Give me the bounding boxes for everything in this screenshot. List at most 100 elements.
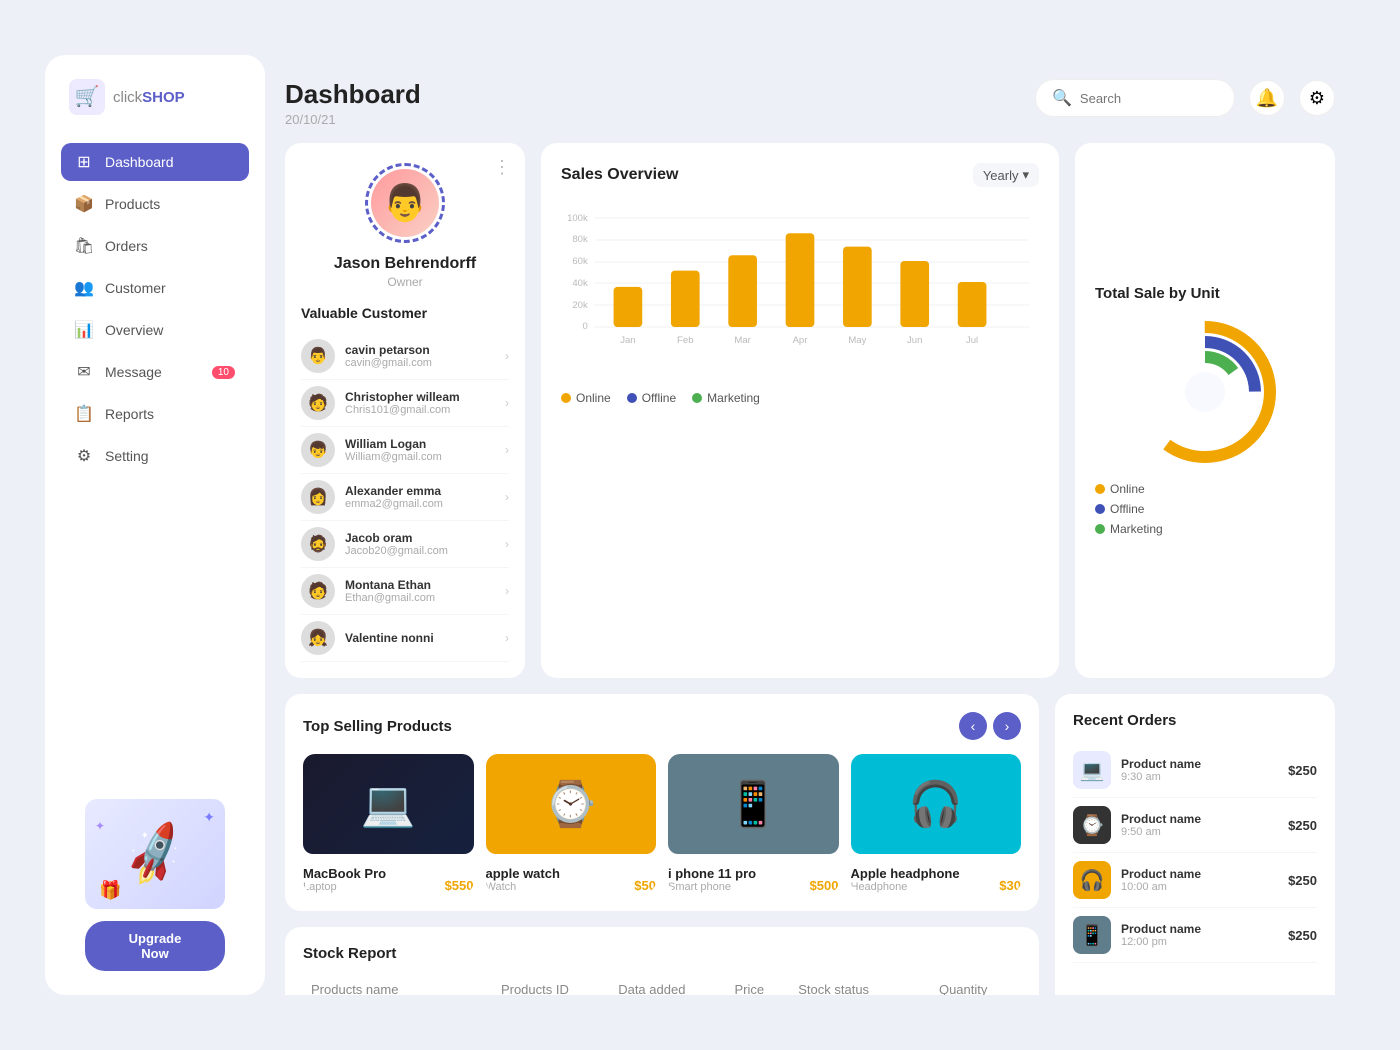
- products-next-button[interactable]: ›: [993, 712, 1021, 740]
- dashboard-icon: ⊞: [75, 153, 93, 171]
- sidebar-item-customer[interactable]: 👥 Customer: [61, 269, 249, 307]
- product-name: MacBook Pro: [303, 866, 386, 881]
- sidebar-item-reports[interactable]: 📋 Reports: [61, 395, 249, 433]
- product-card[interactable]: ⌚ apple watch Watch $50: [486, 754, 657, 893]
- bottom-row: Top Selling Products ‹ › 💻 MacBook Pro L…: [285, 694, 1335, 995]
- customer-list-item[interactable]: 👧 Valentine nonni ›: [301, 615, 509, 662]
- product-image: 🎧: [851, 754, 1022, 854]
- customer-icon: 👥: [75, 279, 93, 297]
- sidebar-item-orders[interactable]: 🛍 Orders: [61, 227, 249, 265]
- legend-dot: [627, 393, 637, 403]
- order-price: $250: [1288, 763, 1317, 778]
- products-grid: 💻 MacBook Pro Laptop $550 ⌚ apple watch …: [303, 754, 1021, 893]
- product-bottom: Apple headphone Headphone $30: [851, 858, 1022, 893]
- legend-online: Online: [1095, 482, 1315, 496]
- products-icon: 📦: [75, 195, 93, 213]
- period-select[interactable]: Yearly ▾: [973, 163, 1039, 187]
- sidebar-item-overview[interactable]: 📊 Overview: [61, 311, 249, 349]
- sales-title: Sales Overview: [561, 166, 678, 184]
- order-item[interactable]: ⌚ Product name 9:50 am $250: [1073, 798, 1317, 853]
- order-price: $250: [1288, 928, 1317, 943]
- order-time: 12:00 pm: [1121, 936, 1278, 948]
- sales-header: Sales Overview Yearly ▾: [561, 163, 1039, 187]
- chevron-right-icon: ›: [505, 349, 509, 363]
- sidebar-item-products[interactable]: 📦 Products: [61, 185, 249, 223]
- customer-list-item[interactable]: 🧑 Montana Ethan Ethan@gmail.com ›: [301, 568, 509, 615]
- legend-label: Offline: [642, 391, 676, 405]
- customer-avatar: 🧑: [301, 386, 335, 420]
- more-options-button[interactable]: ⋮: [493, 157, 511, 178]
- customer-list-item[interactable]: 👨 cavin petarson cavin@gmail.com ›: [301, 333, 509, 380]
- product-card[interactable]: 📱 i phone 11 pro Smart phone $500: [668, 754, 839, 893]
- promo-image: 🚀 🎁 ✦ ✦: [85, 799, 225, 909]
- profile-card: ⋮ 👨 Jason Behrendorff Owner Valuable Cus…: [285, 143, 525, 678]
- products-prev-button[interactable]: ‹: [959, 712, 987, 740]
- order-item[interactable]: 📱 Product name 12:00 pm $250: [1073, 908, 1317, 963]
- product-info: apple watch Watch: [486, 858, 560, 893]
- order-item[interactable]: 💻 Product name 9:30 am $250: [1073, 743, 1317, 798]
- settings-button[interactable]: ⚙: [1299, 80, 1335, 116]
- search-box[interactable]: 🔍: [1035, 79, 1235, 117]
- legend-marketing-label: Marketing: [1110, 522, 1163, 536]
- setting-icon: ⚙: [75, 447, 93, 465]
- order-price: $250: [1288, 818, 1317, 833]
- svg-text:May: May: [848, 335, 866, 346]
- svg-text:0: 0: [582, 321, 587, 332]
- upgrade-button[interactable]: Upgrade Now: [85, 921, 225, 971]
- product-bottom: apple watch Watch $50: [486, 858, 657, 893]
- customers-list: 👨 cavin petarson cavin@gmail.com › 🧑 Chr…: [301, 333, 509, 662]
- svg-text:Apr: Apr: [793, 335, 809, 346]
- svg-text:60k: 60k: [572, 256, 588, 267]
- valuable-customers-title: Valuable Customer: [301, 305, 509, 321]
- stock-report-card: Stock Report Products name Products ID D…: [285, 927, 1039, 995]
- orders-list: 💻 Product name 9:30 am $250 ⌚ Product na…: [1073, 743, 1317, 963]
- customer-list-item[interactable]: 👦 William Logan William@gmail.com ›: [301, 427, 509, 474]
- col-products-id: Products ID: [493, 976, 610, 995]
- sidebar-item-setting[interactable]: ⚙ Setting: [61, 437, 249, 475]
- svg-text:Jun: Jun: [907, 335, 922, 346]
- product-type: Smart phone: [668, 881, 756, 893]
- chevron-right-icon: ›: [505, 584, 509, 598]
- legend-label: Marketing: [707, 391, 760, 405]
- page-date: 20/10/21: [285, 112, 421, 127]
- product-card[interactable]: 🎧 Apple headphone Headphone $30: [851, 754, 1022, 893]
- sidebar-item-message[interactable]: ✉ Message 10: [61, 353, 249, 391]
- sidebar-item-dashboard[interactable]: ⊞ Dashboard: [61, 143, 249, 181]
- gear-icon: ⚙: [1309, 88, 1325, 109]
- customer-name: Jacob oram: [345, 531, 495, 545]
- customer-name: Alexander emma: [345, 484, 495, 498]
- customer-list-item[interactable]: 🧑 Christopher willeam Chris101@gmail.com…: [301, 380, 509, 427]
- col-quantity: Quantity: [931, 976, 1021, 995]
- reports-icon: 📋: [75, 405, 93, 423]
- order-info: Product name 10:00 am: [1121, 867, 1278, 893]
- sales-overview-card: Sales Overview Yearly ▾ 100k 80k 60k 40k…: [541, 143, 1059, 678]
- order-item[interactable]: 🎧 Product name 10:00 am $250: [1073, 853, 1317, 908]
- customer-info: Montana Ethan Ethan@gmail.com: [345, 578, 495, 604]
- page-title-area: Dashboard 20/10/21: [285, 79, 421, 127]
- legend-marketing: Marketing: [1095, 522, 1315, 536]
- search-input[interactable]: [1080, 91, 1218, 106]
- customer-avatar: 👨: [301, 339, 335, 373]
- customer-name: Valentine nonni: [345, 631, 495, 645]
- legend-dot: [561, 393, 571, 403]
- chevron-down-icon: ▾: [1022, 167, 1029, 183]
- customer-avatar: 👧: [301, 621, 335, 655]
- bell-icon: 🔔: [1256, 88, 1278, 109]
- customer-avatar: 👦: [301, 433, 335, 467]
- customer-list-item[interactable]: 🧔 Jacob oram Jacob20@gmail.com ›: [301, 521, 509, 568]
- avatar: 👨: [371, 169, 439, 237]
- customer-list-item[interactable]: 👩 Alexander emma emma2@gmail.com ›: [301, 474, 509, 521]
- order-name: Product name: [1121, 812, 1278, 826]
- bar-chart: 100k 80k 60k 40k 20k 0: [561, 203, 1039, 363]
- notification-button[interactable]: 🔔: [1249, 80, 1285, 116]
- products-title: Top Selling Products: [303, 718, 452, 735]
- profile-role: Owner: [387, 275, 422, 289]
- search-icon: 🔍: [1052, 88, 1072, 108]
- svg-text:Jan: Jan: [620, 335, 635, 346]
- customer-avatar: 🧑: [301, 574, 335, 608]
- svg-text:Feb: Feb: [677, 335, 693, 346]
- legend-item: Online: [561, 391, 611, 405]
- product-card[interactable]: 💻 MacBook Pro Laptop $550: [303, 754, 474, 893]
- product-price: $500: [810, 878, 839, 893]
- stock-table: Products name Products ID Data added Pri…: [303, 976, 1021, 995]
